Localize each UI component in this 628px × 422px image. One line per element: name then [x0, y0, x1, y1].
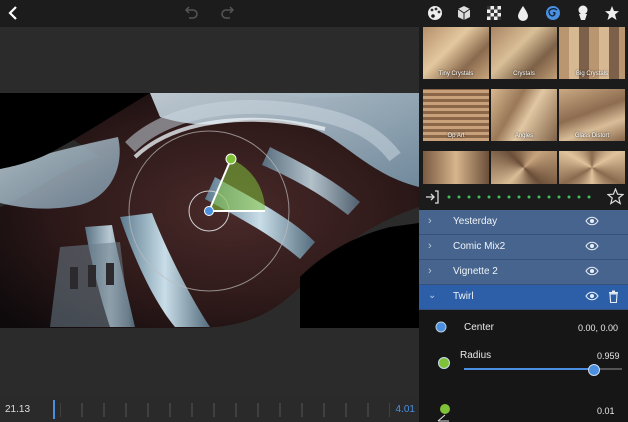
radius-slider-thumb[interactable]: [587, 364, 600, 376]
radius-slider-fill: [464, 368, 594, 370]
timeline[interactable]: 21.13 4.01: [0, 397, 419, 422]
redo-icon[interactable]: [218, 3, 238, 23]
timeline-end-label: 4.01: [395, 404, 415, 415]
chevron-right-icon[interactable]: ›: [428, 265, 432, 277]
effect-thumb-tiny-crystals[interactable]: Tiny Crystals: [423, 27, 489, 79]
chevron-down-icon[interactable]: ⌄: [428, 290, 436, 301]
effect-label: Op Art: [447, 133, 465, 139]
effect-thumb-big-crystals[interactable]: Big Crystals: [559, 27, 625, 79]
trash-icon[interactable]: [608, 290, 619, 303]
effect-thumb-crystals[interactable]: Crystals: [491, 27, 557, 79]
effect-label: Tiny Crystals: [438, 71, 474, 77]
layer-row-yesterday[interactable]: › Yesterday: [419, 210, 628, 235]
center-point-icon[interactable]: [435, 321, 447, 333]
effect-label: Angles: [514, 133, 534, 139]
layer-name: Yesterday: [453, 216, 498, 227]
layer-row-comic-mix2[interactable]: › Comic Mix2: [419, 235, 628, 260]
layer-name: Vignette 2: [453, 266, 498, 277]
effects-sidebar: Tiny Crystals Crystals Big Crystals Op A…: [419, 27, 628, 422]
palette-icon[interactable]: [425, 3, 445, 23]
timeline-start-label: 21.13: [5, 404, 31, 415]
undo-icon[interactable]: [181, 3, 201, 23]
twirl-properties: Center 0.00, 0.00 Radius 0.959 0.01: [419, 310, 628, 422]
layer-name: Twirl: [453, 291, 474, 302]
effect-thumb-row3-3[interactable]: [559, 151, 625, 184]
star-icon[interactable]: [602, 3, 622, 23]
effect-label: Crystals: [513, 71, 535, 77]
angle-icon[interactable]: [437, 414, 451, 422]
center-value[interactable]: 0.00, 0.00: [578, 323, 618, 333]
radius-label: Radius: [460, 350, 492, 361]
effect-thumb-angles[interactable]: Angles: [491, 89, 557, 141]
back-icon[interactable]: [3, 3, 23, 23]
drop-icon[interactable]: [513, 3, 533, 23]
chevron-right-icon[interactable]: ›: [428, 240, 432, 252]
playhead[interactable]: [53, 400, 55, 419]
eye-icon[interactable]: [585, 241, 599, 251]
layer-row-vignette-2[interactable]: › Vignette 2: [419, 260, 628, 285]
effect-thumb-op-art[interactable]: Op Art: [423, 89, 489, 141]
favorite-star-icon[interactable]: [607, 188, 624, 205]
effect-thumb-glass-distort[interactable]: Glass Distort: [559, 89, 625, 141]
effect-tools-row: [419, 184, 628, 210]
effect-thumb-row3-1[interactable]: [423, 151, 489, 184]
effect-label: Glass Distort: [574, 133, 610, 139]
radius-slider-track[interactable]: [464, 364, 622, 376]
twirl-icon[interactable]: [543, 3, 563, 23]
cube-icon[interactable]: [454, 3, 474, 23]
twirled-photo: [0, 27, 419, 397]
image-canvas[interactable]: [0, 27, 419, 397]
eye-icon[interactable]: [585, 291, 599, 301]
radius-value[interactable]: 0.959: [597, 351, 620, 361]
effect-label: Big Crystals: [575, 71, 608, 77]
eye-icon[interactable]: [585, 266, 599, 276]
mask-icon[interactable]: [573, 3, 593, 23]
timeline-ticks: [60, 403, 390, 417]
layer-row-twirl[interactable]: ⌄ Twirl: [419, 285, 628, 310]
radius-point-icon[interactable]: [437, 356, 451, 370]
effects-grid: Tiny Crystals Crystals Big Crystals Op A…: [419, 27, 628, 184]
center-label: Center: [464, 322, 495, 333]
effect-thumb-row3-2[interactable]: [491, 151, 557, 184]
layer-name: Comic Mix2: [453, 241, 506, 252]
page-dots[interactable]: [447, 195, 597, 199]
chevron-right-icon[interactable]: ›: [428, 215, 432, 227]
checker-icon[interactable]: [484, 3, 504, 23]
eye-icon[interactable]: [585, 216, 599, 226]
import-icon[interactable]: [425, 190, 439, 204]
top-toolbar: [0, 0, 628, 27]
third-value[interactable]: 0.01: [597, 406, 615, 416]
